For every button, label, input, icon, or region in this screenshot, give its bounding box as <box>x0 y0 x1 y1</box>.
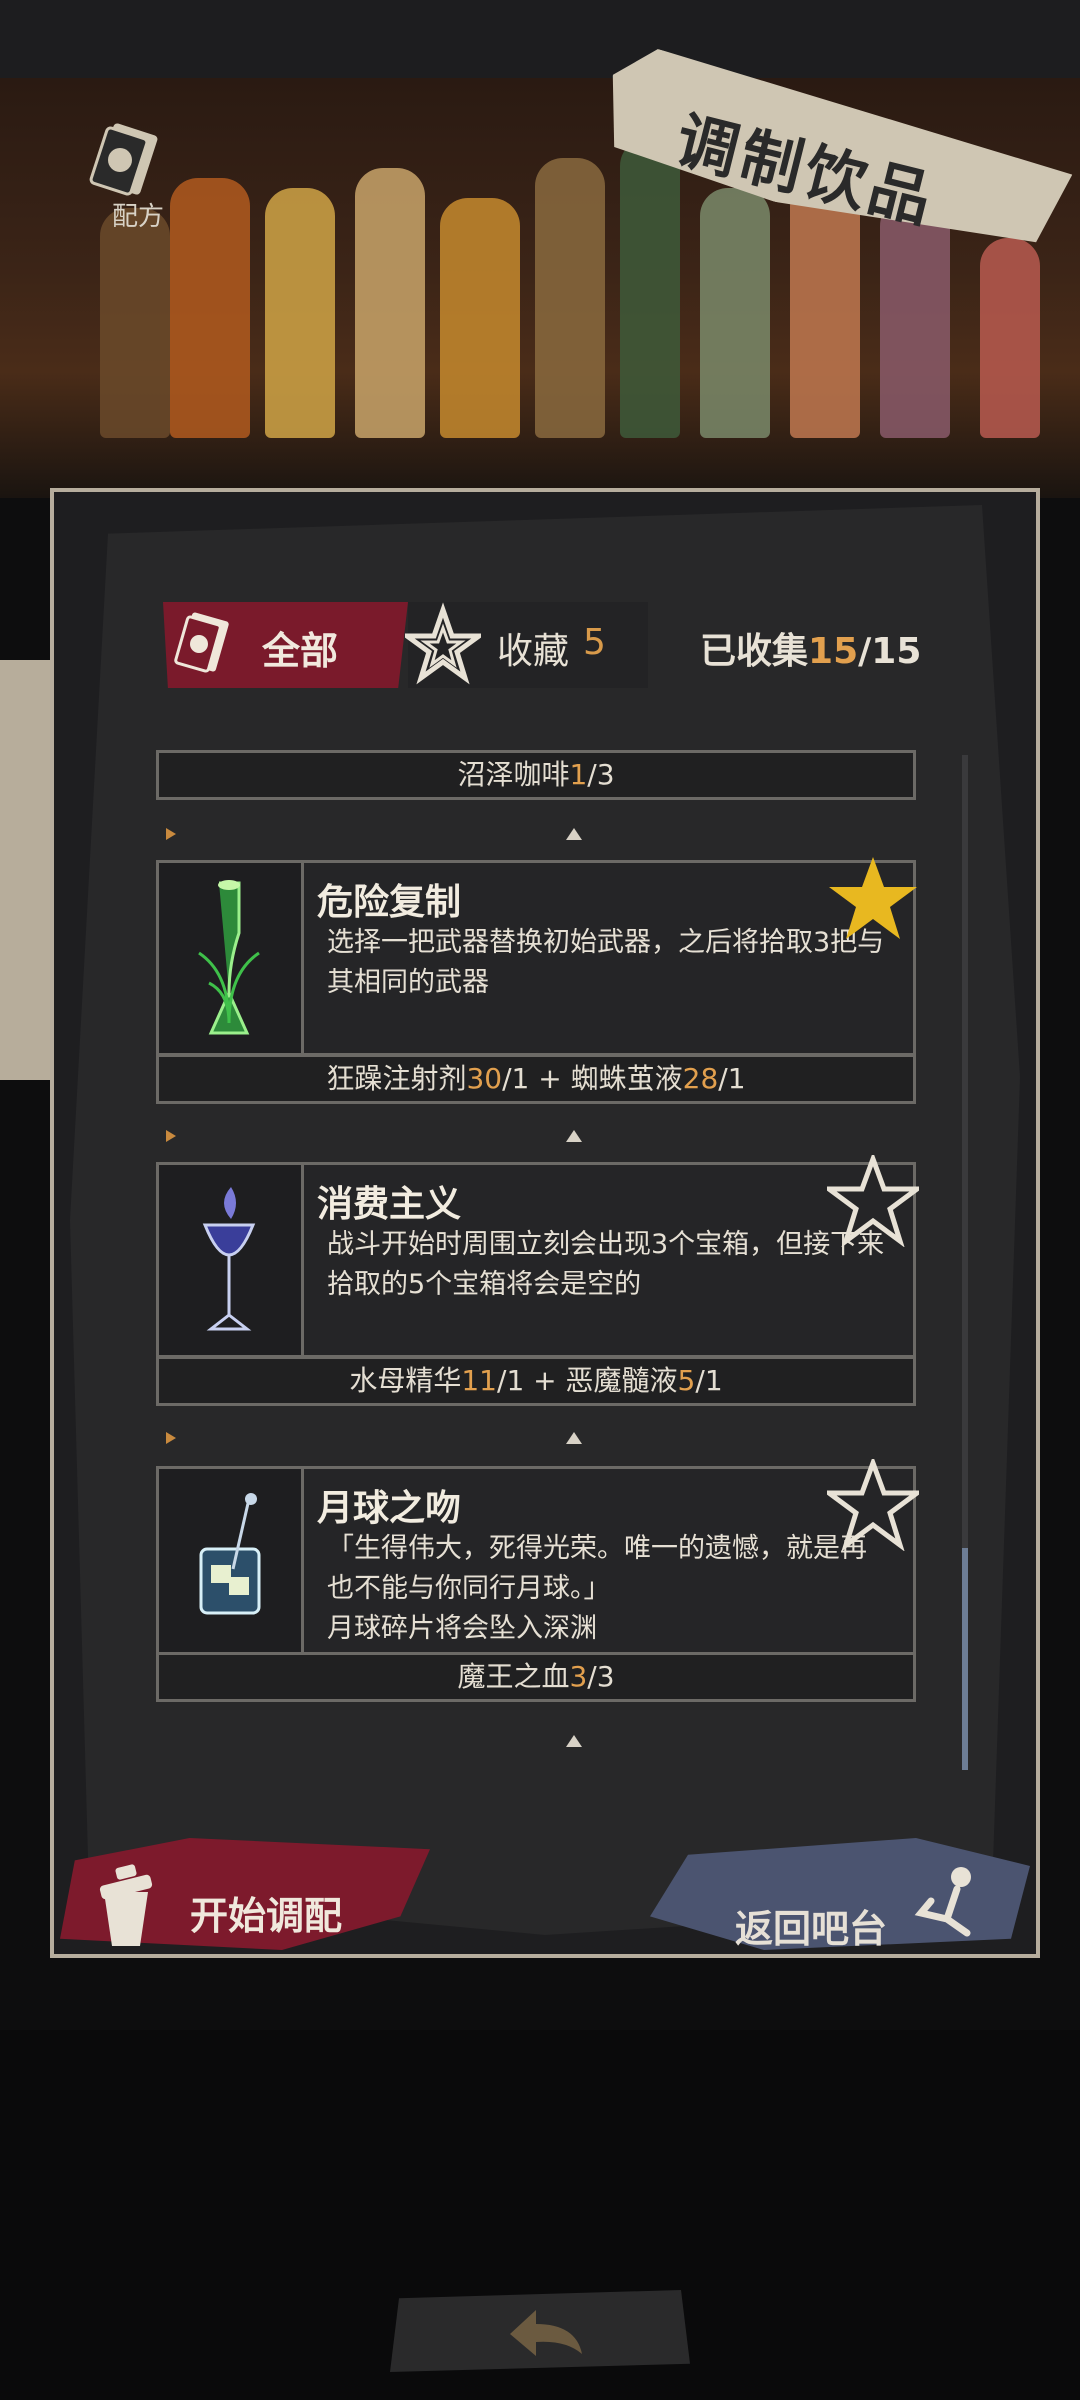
ingredient-name: 狂躁注射剂 <box>326 1062 467 1095</box>
ingredient-row: 沼泽咖啡1/3 <box>156 750 916 800</box>
ingredient-need: 3 <box>596 758 615 791</box>
drink-description: 选择一把武器替换初始武器，之后将拾取3把与其相同的武器 <box>327 927 885 998</box>
drink-description: 「生得伟大，死得光荣。唯一的遗憾，就是再也不能与你同行月球。」 月球碎片将会坠入… <box>327 1529 887 1649</box>
ingredient-row: 魔王之血3/3 <box>156 1652 916 1702</box>
ingredient-have: 3 <box>569 1660 588 1693</box>
drink-image <box>159 1165 304 1355</box>
drink-card[interactable]: 消费主义 战斗开始时周围立刻会出现3个宝箱，但接下来拾取的5个宝箱将会是空的 <box>156 1151 925 1358</box>
back-arrow-icon <box>500 2298 590 2366</box>
collected-total: 15 <box>871 631 922 672</box>
ingredient-need: 1 <box>506 1364 525 1397</box>
ingredient-row: 狂躁注射剂30/1 + 蜘蛛茧液28/1 <box>156 1054 916 1104</box>
row-marker <box>566 1432 582 1444</box>
ingredient-have: 5 <box>677 1364 696 1397</box>
drink-list[interactable]: 沼泽咖啡1/3 危险复制 选择一把武器替换初始武器，之后将拾取3把与其相同的武器… <box>140 740 970 1750</box>
star-outline-icon[interactable] <box>821 1151 925 1248</box>
ingredient-row: 水母精华11/1 + 恶魔髓液5/1 <box>156 1356 916 1406</box>
drink-image <box>159 863 304 1053</box>
drink-name: 月球之吻 <box>317 1488 462 1529</box>
drink-effect: 月球碎片将会坠入深渊 <box>327 1613 597 1644</box>
star-outline-icon <box>399 602 487 688</box>
drink-image <box>159 1469 304 1659</box>
drink-description: 战斗开始时周围立刻会出现3个宝箱，但接下来拾取的5个宝箱将会是空的 <box>327 1229 885 1300</box>
ingredient-have: 11 <box>461 1364 497 1397</box>
drink-card[interactable]: 月球之吻 「生得伟大，死得光荣。唯一的遗憾，就是再也不能与你同行月球。」 月球碎… <box>156 1455 925 1662</box>
drink-name: 危险复制 <box>317 882 462 923</box>
drink-card[interactable]: 危险复制 选择一把武器替换初始武器，之后将拾取3把与其相同的武器 <box>156 857 917 1056</box>
collected-count: 15 <box>808 631 859 672</box>
tab-all-label: 全部 <box>262 629 339 673</box>
star-filled-icon[interactable] <box>827 853 919 945</box>
back-to-bar-label: 返回吧台 <box>735 1907 888 1951</box>
star-outline-icon[interactable] <box>821 1455 925 1552</box>
ingredient-name: 水母精华 <box>349 1364 462 1397</box>
row-marker <box>566 1130 582 1142</box>
recipe-label: 配方 <box>112 202 165 232</box>
tab-favorites-label: 收藏 <box>497 631 570 672</box>
ingredient-have: 28 <box>682 1062 719 1095</box>
collected-label: 已收集 <box>700 631 809 672</box>
ingredient-need: 1 <box>727 1062 746 1095</box>
scrollbar-thumb[interactable] <box>962 1548 968 1770</box>
ingredient-need: 1 <box>511 1062 530 1095</box>
card-icon <box>163 602 243 688</box>
ingredient-name: 沼泽咖啡 <box>457 758 570 791</box>
favorites-count: 5 <box>583 622 606 663</box>
ingredient-have: 30 <box>466 1062 503 1095</box>
ingredient-need: 1 <box>704 1364 723 1397</box>
start-mixing-label: 开始调配 <box>190 1894 343 1938</box>
row-marker <box>166 828 176 840</box>
ingredient-need: 3 <box>596 1660 615 1693</box>
ingredient-name: 恶魔髓液 <box>565 1364 678 1397</box>
collected-counter: 已收集15/15 <box>700 631 922 672</box>
drink-quote: 「生得伟大，死得光荣。唯一的遗憾，就是再也不能与你同行月球。」 <box>327 1533 867 1604</box>
row-marker <box>166 1130 176 1142</box>
drink-name: 消费主义 <box>317 1184 462 1225</box>
ingredient-have: 1 <box>569 758 588 791</box>
ingredient-name: 蜘蛛茧液 <box>570 1062 683 1095</box>
row-marker <box>166 1432 176 1444</box>
status-strip <box>0 0 1080 78</box>
ingredient-name: 魔王之血 <box>457 1660 570 1693</box>
row-marker <box>566 1735 582 1747</box>
shaker-icon <box>82 1862 170 1954</box>
return-arrow-icon <box>905 1855 995 1955</box>
row-marker <box>566 828 582 840</box>
